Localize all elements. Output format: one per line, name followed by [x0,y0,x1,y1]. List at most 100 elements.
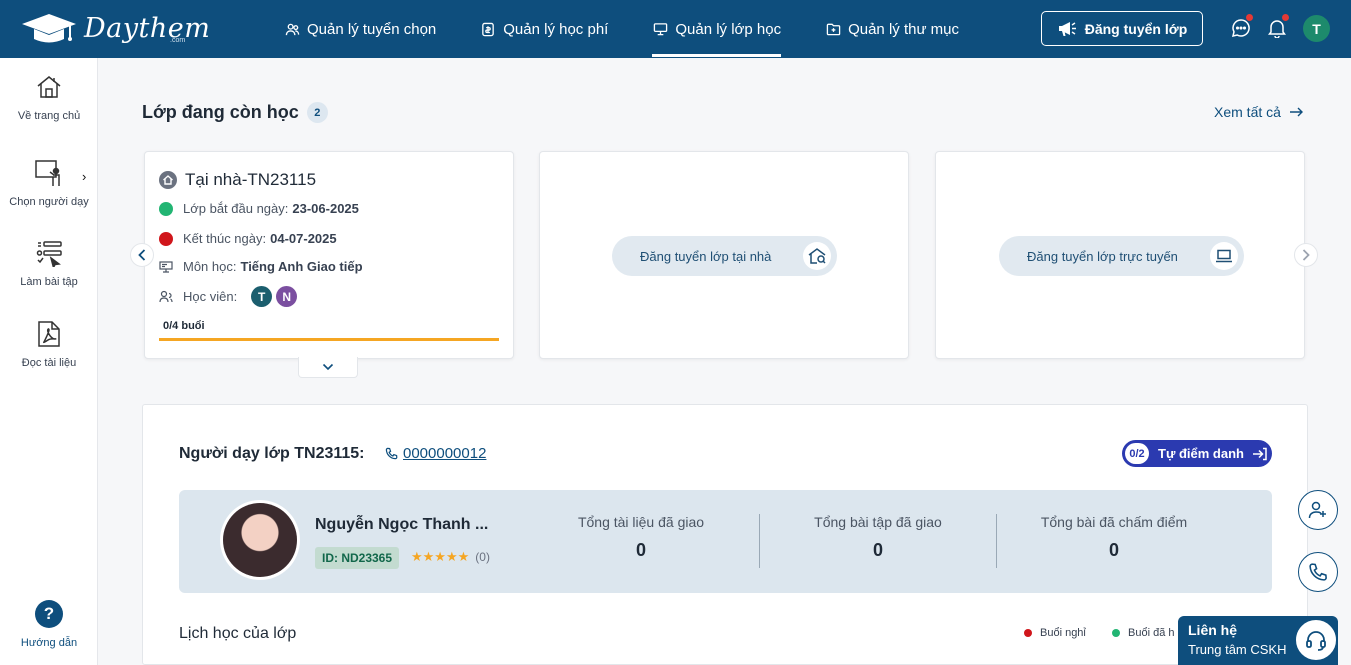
sidebar-item-label: Làm bài tập [20,276,78,288]
student-avatar[interactable]: T [251,286,273,307]
nav-label: Quản lý lớp học [675,20,782,38]
nav-folder-management[interactable]: Quản lý thư mục [825,0,959,58]
add-user-fab[interactable] [1298,490,1338,530]
stat-graded: Tổng bài đã chấm điểm 0 [1014,514,1214,561]
stat-label: Tổng tài liệu đã giao [577,514,705,530]
see-all-label: Xem tất cả [1214,104,1281,120]
nav-class-management[interactable]: Quản lý lớp học [652,0,781,58]
rating-count: (0) [475,550,490,564]
laptop-icon [1210,242,1238,270]
teacher-panel-title: Người dạy lớp TN23115: [179,445,365,462]
carousel-prev-button[interactable] [130,243,154,267]
end-date-value: 04-07-2025 [270,231,337,246]
stat-value: 0 [872,540,883,560]
stat-exercises: Tổng bài tập đã giao 0 [778,514,978,561]
subject-value: Tiếng Anh Giao tiếp [240,259,363,274]
post-online-class-card: Đăng tuyển lớp trực tuyến [935,151,1305,359]
phone-icon [385,447,398,460]
post-class-button[interactable]: Đăng tuyển lớp [1041,11,1203,46]
chevron-left-icon [138,249,146,261]
red-dot-icon [1024,629,1032,637]
teacher-rating: ★★★★★ (0) [411,549,490,565]
legend-done: Buổi đã h [1112,627,1174,639]
teacher-phone: 0000000012 [403,445,487,462]
start-date-value: 23-06-2025 [292,201,359,216]
progress-fill [159,338,499,341]
attendance-label: Tự điểm danh [1158,446,1244,461]
top-navbar: Daythem .com Quản lý tuyển chọn Quản lý … [0,0,1351,58]
see-all-link[interactable]: Xem tất cả [1214,104,1305,120]
notification-button[interactable] [1266,14,1289,39]
house-search-icon [803,242,831,270]
student-avatar[interactable]: N [276,286,298,307]
post-home-class-button[interactable]: Đăng tuyển lớp tại nhà [612,236,837,276]
brand-suffix: .com [170,37,186,44]
phone-icon [1309,563,1327,581]
nav-label: Quản lý học phí [503,20,609,38]
post-class-label: Đăng tuyển lớp [1084,20,1188,37]
green-dot-icon [159,201,173,216]
megaphone-icon [1058,22,1076,36]
section-title-text: Lớp đang còn học [142,102,299,122]
login-arrow-icon [1252,447,1267,460]
chevron-right-icon[interactable]: › [82,169,86,184]
arrow-right-icon [1289,107,1303,117]
nav-fee-management[interactable]: Quản lý học phí [480,0,608,58]
teacher-phone-link[interactable]: 0000000012 [385,445,486,462]
expand-card-button[interactable] [298,357,358,378]
carousel-next-button[interactable] [1294,243,1318,267]
stat-documents: Tổng tài liệu đã giao 0 [541,514,741,561]
class-title: Tại nhà-TN23115 [185,170,317,189]
headset-icon [1294,618,1338,662]
subject-label: Môn học: [183,259,237,274]
post-online-label: Đăng tuyển lớp trực tuyến [1027,248,1178,264]
self-attendance-button[interactable]: 0/2 Tự điểm danh [1122,440,1272,467]
post-online-class-button[interactable]: Đăng tuyển lớp trực tuyến [999,236,1244,276]
sidebar-item-label: Chọn người dạy [9,196,89,208]
progress-bar [159,338,499,341]
nav-label: Quản lý tuyển chọn [307,20,437,38]
bell-icon [1268,20,1286,38]
schedule-title: Lịch học của lớp [179,625,297,642]
help-button[interactable]: ? Hướng dẫn [0,600,98,649]
end-date-label: Kết thúc ngày: [183,231,267,246]
class-card[interactable]: Tại nhà-TN23115 Lớp bắt đầu ngày: 23-06-… [144,151,514,359]
star-icons: ★★★★★ [411,549,470,564]
sidebar-item-home[interactable]: Về trang chủ [0,72,98,122]
left-sidebar: Về trang chủ Chọn người dạy › Làm bài tậ… [0,58,98,665]
question-icon: ? [35,600,63,628]
help-label: Hướng dẫn [20,637,78,649]
nav-selection-management[interactable]: Quản lý tuyển chọn [284,0,436,58]
students-label: Học viên: [183,289,238,304]
stat-value: 0 [635,540,646,560]
fee-icon [480,21,496,37]
contact-support-widget[interactable]: Liên hệ Trung tâm CSKH [1178,616,1338,665]
sidebar-item-label: Đọc tài liệu [21,357,77,369]
call-fab[interactable] [1298,552,1338,592]
contact-subtitle: Trung tâm CSKH [1188,642,1287,657]
divider [759,514,760,568]
chat-icon [1231,19,1250,38]
start-date-row: Lớp bắt đầu ngày: 23-06-2025 [159,201,359,216]
brand-logo[interactable]: Daythem .com [20,8,210,48]
sidebar-item-exercise[interactable]: Làm bài tập [0,238,98,288]
stat-value: 0 [1108,540,1119,560]
user-avatar[interactable]: T [1303,15,1330,42]
teacher-avatar[interactable] [220,500,300,580]
end-date-row: Kết thúc ngày: 04-07-2025 [159,231,337,246]
students-row: Học viên: T N [159,286,298,307]
pdf-icon [34,319,64,349]
chat-button[interactable] [1230,14,1253,39]
exercise-icon [34,238,64,268]
sidebar-item-documents[interactable]: Đọc tài liệu [0,319,98,369]
start-date-label: Lớp bắt đầu ngày: [183,201,289,216]
teacher-id-badge: ID: ND23365 [315,547,400,569]
stat-label: Tổng bài tập đã giao [814,514,942,530]
teacher-info-box: Nguyễn Ngọc Thanh ... ID: ND23365 ★★★★★ … [179,490,1272,593]
section-title: Lớp đang còn học 2 [142,102,328,123]
monitor-icon [159,260,173,273]
chevron-right-icon [1302,249,1310,261]
notification-dot [1282,14,1289,21]
teacher-name[interactable]: Nguyễn Ngọc Thanh ... [315,516,488,534]
main-nav: Quản lý tuyển chọn Quản lý học phí Quản … [284,0,1003,58]
